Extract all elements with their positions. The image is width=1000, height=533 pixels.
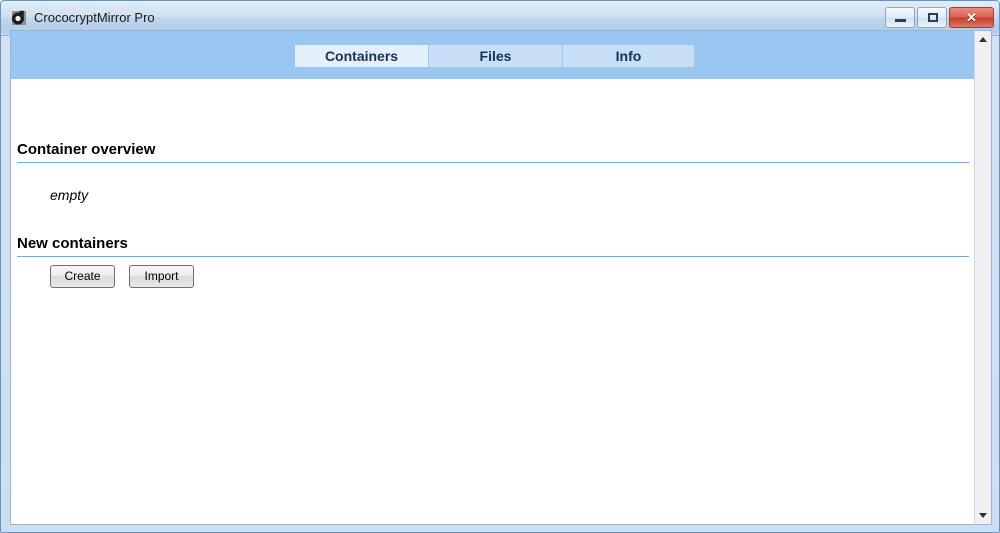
close-icon: ✕: [966, 10, 977, 25]
container-overview-empty-label: empty: [50, 187, 89, 203]
scrollbar-track[interactable]: [975, 48, 991, 507]
window-title: CrococryptMirror Pro: [34, 10, 155, 25]
scroll-up-icon: [979, 37, 987, 42]
app-logo-icon: [10, 9, 28, 27]
close-button[interactable]: ✕: [949, 7, 994, 28]
new-containers-divider: [17, 256, 969, 257]
client-area: Containers Files Info Container overview…: [10, 30, 992, 525]
vertical-scrollbar[interactable]: [974, 31, 991, 524]
tab-content-containers: Container overview empty New containers …: [11, 79, 974, 524]
container-overview-heading: Container overview: [17, 141, 156, 158]
import-button[interactable]: Import: [129, 265, 194, 288]
maximize-button[interactable]: [917, 7, 947, 28]
create-button[interactable]: Create: [50, 265, 115, 288]
minimize-button[interactable]: [885, 7, 915, 28]
tab-containers[interactable]: Containers: [295, 45, 428, 67]
tab-info[interactable]: Info: [563, 45, 694, 67]
container-overview-divider: [17, 162, 969, 163]
tab-files[interactable]: Files: [429, 45, 562, 67]
scroll-down-button[interactable]: [975, 507, 991, 524]
tab-banner: Containers Files Info: [11, 31, 991, 79]
new-containers-heading: New containers: [17, 235, 128, 252]
minimize-icon: [895, 19, 906, 22]
scroll-down-icon: [979, 513, 987, 518]
scroll-up-button[interactable]: [975, 31, 991, 48]
window-controls: ✕: [885, 7, 994, 29]
tab-strip: Containers Files Info: [295, 45, 694, 67]
application-window: CrococryptMirror Pro ✕ Containers Files …: [0, 0, 1000, 533]
new-containers-button-row: Create Import: [50, 265, 194, 288]
maximize-icon: [928, 13, 938, 22]
